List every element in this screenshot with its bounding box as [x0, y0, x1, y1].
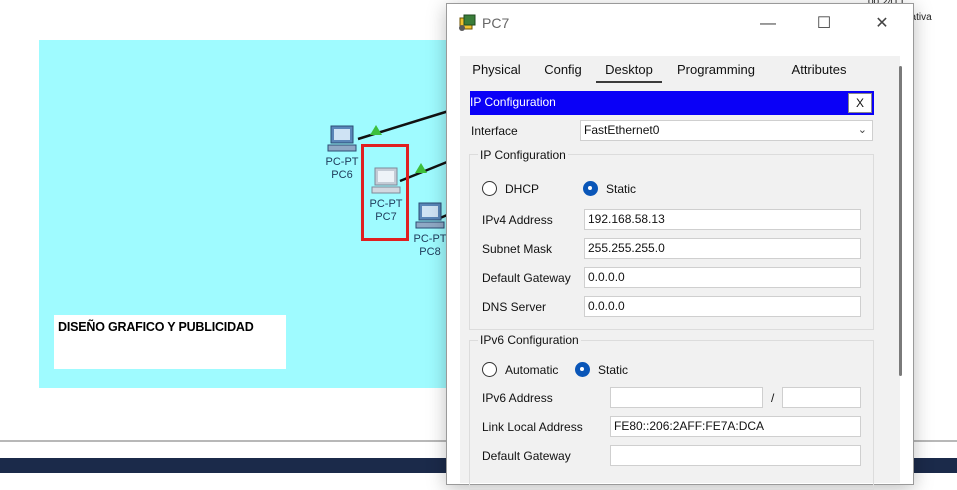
link-local-label: Link Local Address: [482, 420, 583, 434]
static-radio[interactable]: [583, 181, 598, 196]
interface-label: Interface: [471, 124, 518, 138]
device-pc8[interactable]: PC-PT PC8: [410, 201, 450, 259]
prefix-separator: /: [771, 391, 775, 405]
window-title: PC7: [482, 15, 510, 31]
device-name: PC6: [331, 169, 353, 181]
default-gateway-field[interactable]: 0.0.0.0: [584, 267, 861, 288]
device-pc6[interactable]: PC-PT PC6: [322, 124, 362, 182]
subnet-mask-field[interactable]: 255.255.255.0: [584, 238, 861, 259]
ipv6-prefix-field[interactable]: [782, 387, 861, 408]
tab-bar: Physical Config Desktop Programming Attr…: [460, 56, 900, 84]
tab-physical[interactable]: Physical: [460, 56, 533, 83]
dhcp-label: DHCP: [505, 182, 540, 196]
minimize-button[interactable]: —: [753, 11, 783, 37]
dhcp-radio[interactable]: [482, 181, 497, 196]
default-gateway-label: Default Gateway: [482, 271, 571, 285]
tab-config[interactable]: Config: [533, 56, 593, 83]
interface-select[interactable]: FastEthernet0 ⌄: [580, 120, 873, 141]
static-label: Static: [606, 182, 637, 196]
tab-programming[interactable]: Programming: [665, 56, 767, 83]
ip-configuration-title: IP Configuration: [470, 95, 556, 109]
dns-server-field[interactable]: 0.0.0.0: [584, 296, 861, 317]
chevron-down-icon: ⌄: [857, 124, 867, 136]
link-local-address-field[interactable]: FE80::206:2AFF:FE7A:DCA: [610, 416, 861, 437]
ipv6-automatic-radio[interactable]: [482, 362, 497, 377]
scrollbar-thumb[interactable]: [899, 66, 902, 376]
ipv4-group-title: IP Configuration: [478, 148, 568, 162]
interface-value: FastEthernet0: [584, 123, 660, 137]
ipv6-static-label: Static: [598, 363, 629, 377]
dns-server-label: DNS Server: [482, 300, 547, 314]
subnet-mask-label: Subnet Mask: [482, 242, 553, 256]
packet-tracer-icon: [459, 14, 476, 31]
ipv6-automatic-label: Automatic: [505, 363, 559, 377]
ipv6-group-title: IPv6 Configuration: [478, 333, 581, 347]
device-type: PC-PT: [413, 233, 447, 245]
area-note[interactable]: DISEÑO GRAFICO Y PUBLICIDAD: [54, 315, 286, 369]
maximize-button[interactable]: ☐: [809, 11, 839, 37]
area-label: DISEÑO GRAFICO Y PUBLICIDAD: [58, 320, 254, 334]
tab-desktop[interactable]: Desktop: [596, 56, 662, 83]
title-bar[interactable]: PC7 — ☐ ✕: [447, 4, 913, 42]
ip-config-close-button[interactable]: X: [848, 93, 872, 113]
link-status-icon: [370, 125, 382, 135]
ipv6-address-field[interactable]: [610, 387, 763, 408]
pc-icon: [327, 125, 357, 152]
ipv6-gateway-field[interactable]: [610, 445, 861, 466]
ipv4-address-label: IPv4 Address: [482, 213, 553, 227]
ipv6-static-radio[interactable]: [575, 362, 590, 377]
ipv4-address-field[interactable]: 192.168.58.13: [584, 209, 861, 230]
link-status-icon: [415, 163, 427, 173]
selection-highlight: [361, 144, 409, 241]
ipv6-gateway-label: Default Gateway: [482, 449, 571, 463]
device-name: PC8: [419, 246, 441, 258]
ipv6-address-label: IPv6 Address: [482, 391, 553, 405]
device-type: PC-PT: [325, 156, 359, 168]
tab-attributes[interactable]: Attributes: [767, 56, 871, 83]
close-button[interactable]: ✕: [867, 11, 897, 37]
desktop-panel: IP Configuration X Interface FastEtherne…: [460, 83, 900, 490]
ip-configuration-header: IP Configuration X: [470, 91, 874, 115]
pc-icon: [415, 202, 445, 229]
device-window: PC7 — ☐ ✕ Physical Config Desktop Progra…: [446, 3, 914, 490]
